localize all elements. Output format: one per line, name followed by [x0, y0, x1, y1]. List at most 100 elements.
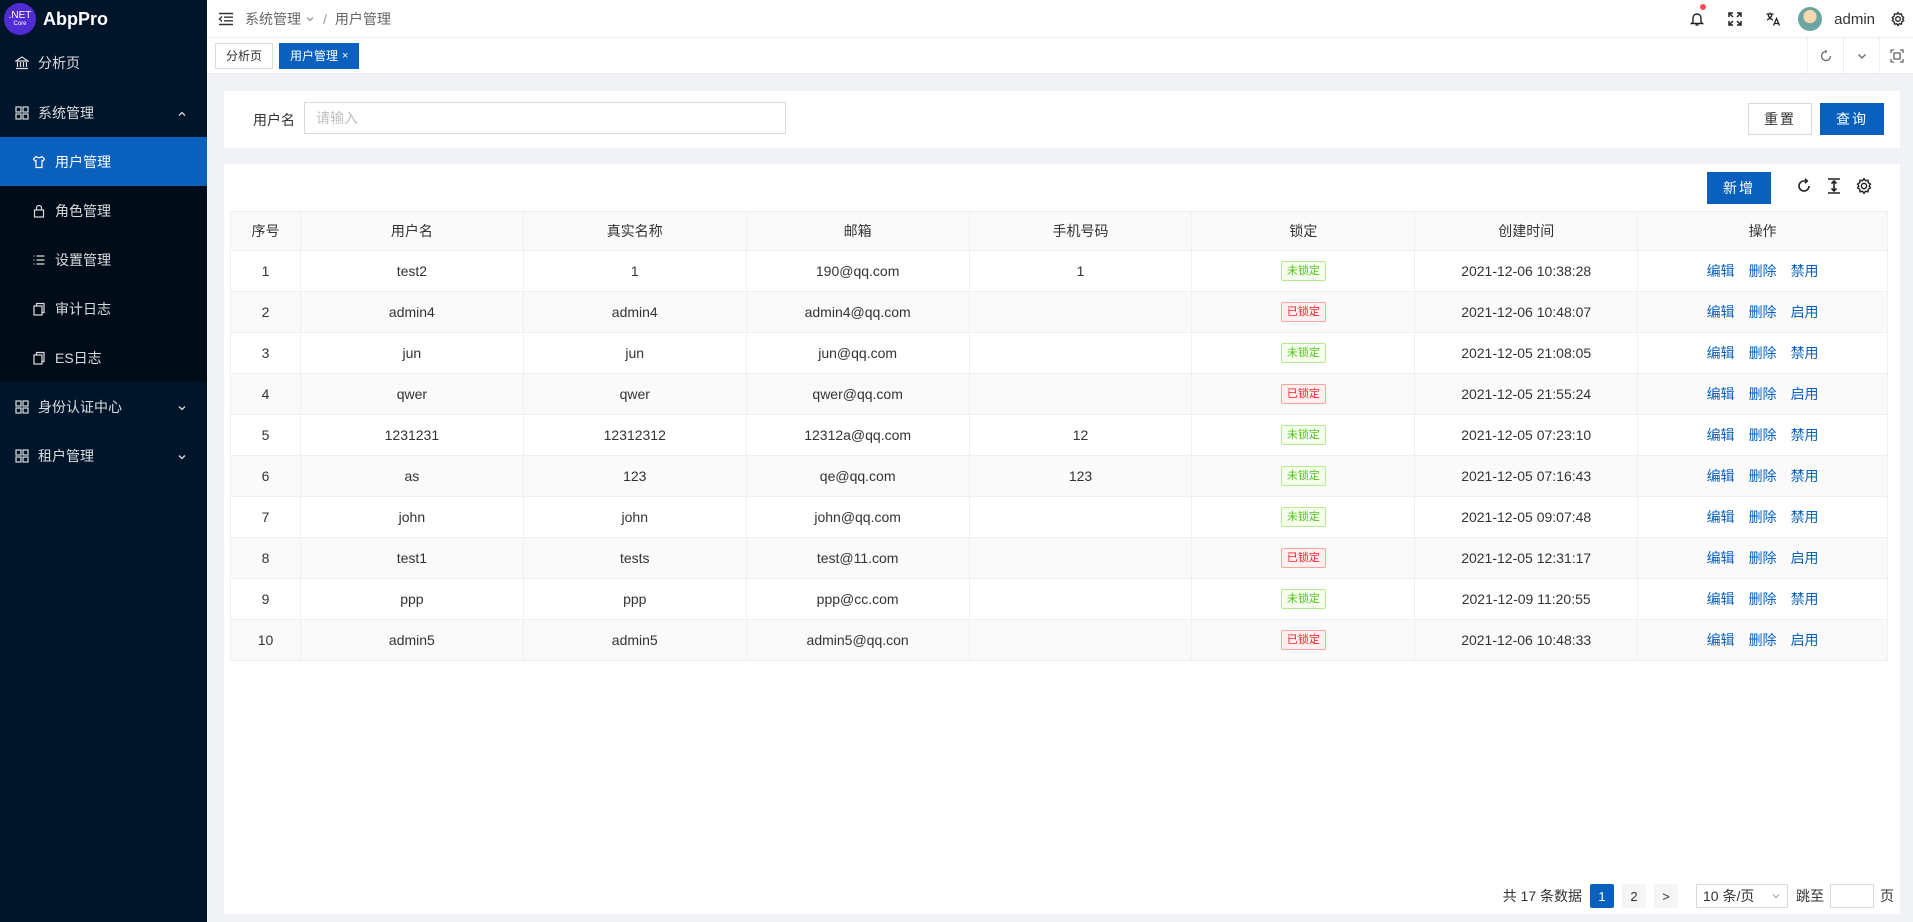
copy-icon [31, 350, 47, 366]
sidebar-item-label: 角色管理 [55, 202, 111, 219]
logo-line2: Core [13, 21, 27, 27]
delete-link[interactable]: 删除 [1749, 304, 1777, 320]
sidebar-item-settings[interactable]: 设置管理 [0, 235, 207, 284]
fullscreen-icon[interactable] [1716, 0, 1754, 38]
edit-link[interactable]: 编辑 [1707, 509, 1735, 525]
cell-locked: 已锁定 [1191, 619, 1416, 661]
cell-phone [968, 619, 1193, 661]
sidebar-item-tenants[interactable]: 租户管理 [0, 431, 207, 480]
tab-users[interactable]: 用户管理 × [279, 42, 360, 69]
delete-link[interactable]: 删除 [1749, 509, 1777, 525]
toggle-status-link[interactable]: 禁用 [1791, 468, 1819, 484]
redo-icon[interactable] [1794, 176, 1814, 196]
bank-icon [14, 55, 30, 71]
edit-link[interactable]: 编辑 [1707, 632, 1735, 648]
toggle-status-link[interactable]: 启用 [1791, 304, 1819, 320]
tabs-tools [1807, 38, 1913, 74]
toggle-status-link[interactable]: 禁用 [1791, 591, 1819, 607]
page-1[interactable]: 1 [1590, 884, 1614, 908]
chevron-down-icon [177, 449, 187, 465]
delete-link[interactable]: 删除 [1749, 591, 1777, 607]
bell-icon[interactable] [1678, 0, 1716, 38]
settings-icon[interactable] [1883, 0, 1913, 38]
jump-page-input[interactable] [1830, 884, 1874, 908]
avatar[interactable] [1798, 7, 1823, 31]
lock-status-badge: 未锁定 [1280, 261, 1326, 281]
chevron-down-icon[interactable] [305, 14, 315, 24]
close-icon[interactable]: × [342, 50, 348, 62]
page-2[interactable]: 2 [1622, 884, 1646, 908]
lock-status-badge: 未锁定 [1280, 425, 1326, 445]
chevron-down-icon [177, 400, 187, 416]
toggle-status-link[interactable]: 禁用 [1791, 509, 1819, 525]
appstore-icon [14, 448, 30, 464]
cell-actions: 编辑 删除 启用 [1637, 291, 1888, 333]
toggle-status-link[interactable]: 启用 [1791, 550, 1819, 566]
table-body: 1 test2 1 190@qq.com 1 未锁定 2021-12-06 10:38:28… [230, 250, 1888, 661]
toggle-status-link[interactable]: 禁用 [1791, 263, 1819, 279]
edit-link[interactable]: 编辑 [1707, 550, 1735, 566]
sidebar-item-analysis[interactable]: 分析页 [0, 38, 207, 88]
delete-link[interactable]: 删除 [1749, 427, 1777, 443]
toggle-status-link[interactable]: 启用 [1791, 632, 1819, 648]
settings-icon[interactable] [1854, 176, 1874, 196]
edit-link[interactable]: 编辑 [1707, 591, 1735, 607]
edit-link[interactable]: 编辑 [1707, 386, 1735, 402]
sidebar-item-audit-log[interactable]: 审计日志 [0, 284, 207, 333]
cell-email: admin5@qq.con [745, 619, 970, 661]
sidebar-item-roles[interactable]: 角色管理 [0, 186, 207, 235]
username[interactable]: admin [1834, 11, 1875, 28]
logo[interactable]: .NET Core AbpPro [0, 0, 207, 38]
next-page-button[interactable]: > [1654, 884, 1678, 908]
delete-link[interactable]: 删除 [1749, 345, 1777, 361]
column-header-username: 用户名 [299, 211, 524, 251]
edit-link[interactable]: 编辑 [1707, 345, 1735, 361]
edit-link[interactable]: 编辑 [1707, 263, 1735, 279]
lock-icon [31, 203, 47, 219]
query-button[interactable]: 查询 [1820, 103, 1884, 135]
cell-created: 2021-12-05 21:55:24 [1414, 373, 1639, 415]
table-row: 8 test1 tests test@11.com 已锁定 2021-12-05 12:3… [230, 537, 1888, 579]
lock-status-badge: 未锁定 [1280, 343, 1326, 363]
username-search-input[interactable] [304, 102, 786, 134]
top-header: 系统管理 / 用户管理 admin [207, 0, 1913, 38]
toggle-status-link[interactable]: 禁用 [1791, 427, 1819, 443]
cell-actions: 编辑 删除 禁用 [1637, 414, 1888, 456]
reset-button[interactable]: 重置 [1748, 103, 1812, 135]
delete-link[interactable]: 删除 [1749, 550, 1777, 566]
header-actions: admin [1678, 0, 1913, 38]
edit-link[interactable]: 编辑 [1707, 427, 1735, 443]
delete-link[interactable]: 删除 [1749, 468, 1777, 484]
menu-fold-icon[interactable] [207, 12, 245, 26]
appstore-icon [14, 399, 30, 415]
cell-phone: 12 [968, 414, 1193, 456]
chevron-down-icon[interactable] [1843, 38, 1879, 74]
sidebar-item-users[interactable]: 用户管理 [0, 137, 207, 186]
search-form: 用户名 重置 查询 [224, 91, 1900, 148]
tab-analysis[interactable]: 分析页 [215, 42, 274, 69]
toggle-status-link[interactable]: 禁用 [1791, 345, 1819, 361]
expand-icon[interactable] [1879, 38, 1913, 74]
page-size-select[interactable]: 10 条/页 [1696, 884, 1788, 908]
sidebar-item-system[interactable]: 系统管理 [0, 88, 207, 137]
sidebar-item-label: 系统管理 [38, 104, 94, 121]
breadcrumb-item-system[interactable]: 系统管理 [245, 9, 301, 29]
sidebar-item-identity-center[interactable]: 身份认证中心 [0, 382, 207, 431]
username-label: 用户名 [253, 112, 295, 128]
sidebar-item-es-log[interactable]: ES日志 [0, 333, 207, 382]
translate-icon[interactable] [1754, 0, 1792, 38]
add-user-button[interactable]: 新增 [1707, 172, 1771, 204]
column-header-locked: 锁定 [1191, 211, 1416, 251]
toggle-status-link[interactable]: 启用 [1791, 386, 1819, 402]
sidebar-item-label: 设置管理 [55, 251, 111, 268]
delete-link[interactable]: 删除 [1749, 263, 1777, 279]
edit-link[interactable]: 编辑 [1707, 468, 1735, 484]
delete-link[interactable]: 删除 [1749, 632, 1777, 648]
tab-label: 用户管理 [290, 49, 339, 63]
column-height-icon[interactable] [1824, 176, 1844, 196]
delete-link[interactable]: 删除 [1749, 386, 1777, 402]
cell-username: as [299, 455, 524, 497]
cell-index: 9 [230, 578, 301, 620]
edit-link[interactable]: 编辑 [1707, 304, 1735, 320]
reload-icon[interactable] [1807, 38, 1843, 74]
